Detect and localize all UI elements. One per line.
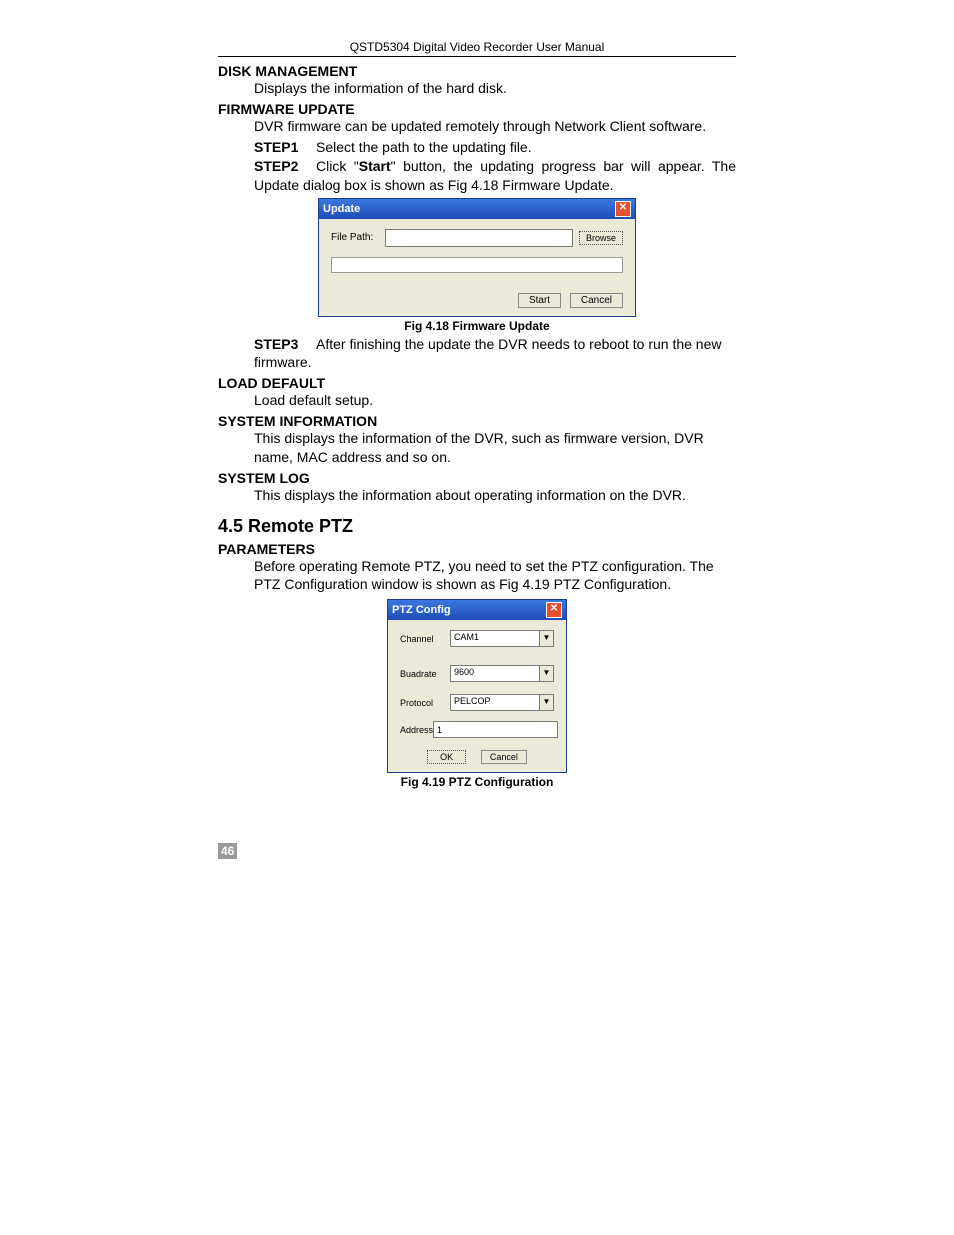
ptz-title: PTZ Config	[392, 604, 451, 616]
page-header: QSTD5304 Digital Video Recorder User Man…	[218, 40, 736, 57]
protocol-value: PELCOP	[451, 695, 539, 710]
address-label: Address	[400, 725, 433, 735]
step1-line: STEP1Select the path to the updating fil…	[254, 139, 736, 155]
chevron-down-icon: ▼	[539, 631, 553, 646]
heading-parameters: PARAMETERS	[218, 541, 736, 557]
protocol-label: Protocol	[400, 698, 450, 708]
channel-value: CAM1	[451, 631, 539, 646]
text-load-default: Load default setup.	[254, 391, 736, 409]
chevron-down-icon: ▼	[539, 666, 553, 681]
start-button[interactable]: Start	[518, 293, 561, 308]
close-icon[interactable]: ✕	[615, 201, 631, 217]
channel-select[interactable]: CAM1 ▼	[450, 630, 554, 647]
text-system-information: This displays the information of the DVR…	[254, 429, 736, 465]
step1-text: Select the path to the updating file.	[316, 139, 532, 155]
heading-system-log: SYSTEM LOG	[218, 470, 736, 486]
step3-text: After finishing the update the DVR needs…	[254, 336, 721, 370]
heading-disk-management: DISK MANAGEMENT	[218, 63, 736, 79]
chevron-down-icon: ▼	[539, 695, 553, 710]
step2-label: STEP2	[254, 157, 316, 175]
heading-firmware-update: FIRMWARE UPDATE	[218, 101, 736, 117]
channel-label: Channel	[400, 634, 450, 644]
text-disk-management: Displays the information of the hard dis…	[254, 79, 736, 97]
text-system-log: This displays the information about oper…	[254, 486, 736, 504]
heading-load-default: LOAD DEFAULT	[218, 375, 736, 391]
heading-remote-ptz: 4.5 Remote PTZ	[218, 516, 736, 537]
step3-block: STEP3After finishing the update the DVR …	[254, 335, 736, 371]
file-path-label: File Path:	[331, 232, 379, 243]
close-icon[interactable]: ✕	[546, 602, 562, 618]
step2-pre: Click "	[316, 158, 359, 174]
heading-system-information: SYSTEM INFORMATION	[218, 413, 736, 429]
cancel-button[interactable]: Cancel	[481, 750, 527, 764]
progress-bar	[331, 257, 623, 273]
fig-419-caption: Fig 4.19 PTZ Configuration	[218, 775, 736, 789]
step2-block: STEP2Click "Start" button, the updating …	[254, 157, 736, 193]
baudrate-select[interactable]: 9600 ▼	[450, 665, 554, 682]
step3-label: STEP3	[254, 335, 316, 353]
page-number: 46	[218, 843, 237, 859]
update-title: Update	[323, 203, 360, 215]
update-titlebar: Update ✕	[319, 199, 635, 219]
ptz-titlebar: PTZ Config ✕	[388, 600, 566, 620]
text-firmware-intro: DVR firmware can be updated remotely thr…	[254, 117, 736, 135]
ptz-config-dialog: PTZ Config ✕ Channel CAM1 ▼ Buadrate 960…	[387, 599, 567, 773]
protocol-select[interactable]: PELCOP ▼	[450, 694, 554, 711]
file-path-input[interactable]	[385, 229, 573, 247]
address-input[interactable]	[433, 721, 558, 738]
ok-button[interactable]: OK	[427, 750, 466, 764]
cancel-button[interactable]: Cancel	[570, 293, 623, 308]
step1-label: STEP1	[254, 139, 316, 155]
baudrate-value: 9600	[451, 666, 539, 681]
text-parameters: Before operating Remote PTZ, you need to…	[254, 557, 736, 593]
update-dialog: Update ✕ File Path: Browse Start Cancel	[318, 198, 636, 317]
baudrate-label: Buadrate	[400, 669, 450, 679]
fig-418-caption: Fig 4.18 Firmware Update	[218, 319, 736, 333]
step2-strong: Start	[359, 158, 391, 174]
browse-button[interactable]: Browse	[579, 231, 623, 245]
